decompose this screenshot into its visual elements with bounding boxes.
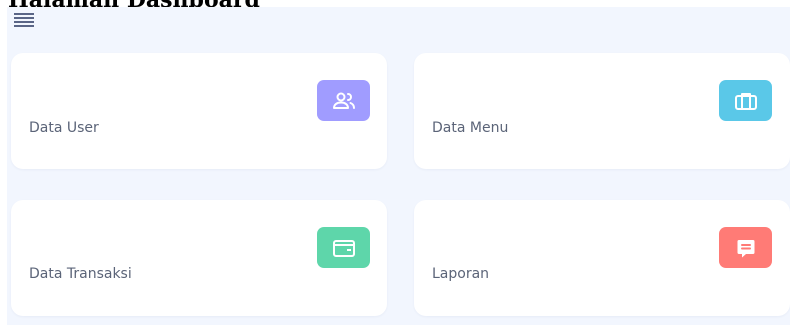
users-icon [317, 80, 370, 121]
card-label-laporan: Laporan [432, 266, 490, 282]
message-square-icon [719, 227, 772, 268]
card-data-menu[interactable]: Data Menu [414, 53, 790, 169]
card-data-user[interactable]: Data User [11, 53, 387, 169]
card-label-data-menu: Data Menu [432, 120, 509, 136]
card-laporan[interactable]: Laporan [414, 200, 790, 316]
hamburger-menu-icon[interactable] [14, 13, 34, 27]
card-label-data-user: Data User [29, 120, 99, 136]
wallet-icon [317, 227, 370, 268]
card-label-data-transaksi: Data Transaksi [29, 266, 132, 282]
card-data-transaksi[interactable]: Data Transaksi [11, 200, 387, 316]
briefcase-icon [719, 80, 772, 121]
dashboard-area: Data User Data Menu Data Transaksi Lapor… [7, 7, 790, 325]
